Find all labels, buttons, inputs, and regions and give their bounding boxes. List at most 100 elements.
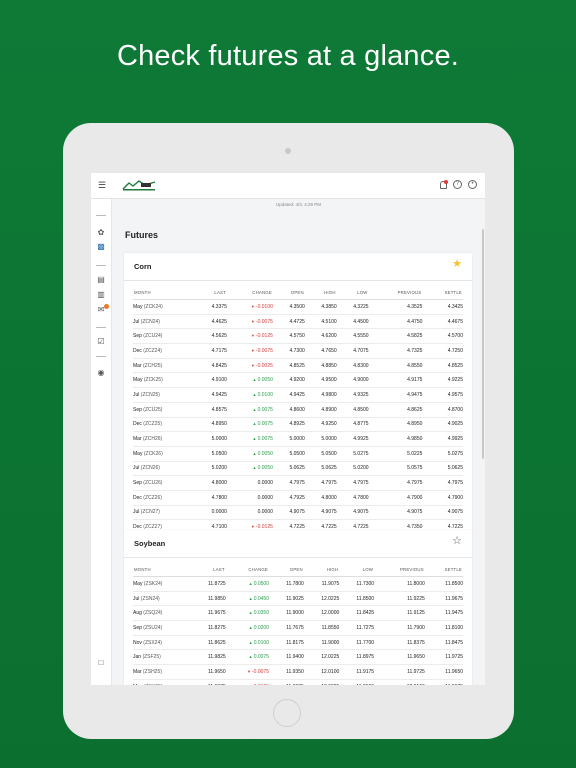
table-row[interactable]: May (ZSK24) 11.8725 ▲ 0.0500 11.7800 11.9075…	[133, 576, 463, 592]
previous-cell: 5.0575	[368, 461, 423, 477]
settle-cell: 11.9675	[424, 591, 463, 607]
last-cell: 4.8000	[195, 475, 227, 491]
table-row[interactable]: May (ZSK25)11.9875▼ -0.012511.992512.032…	[133, 679, 463, 685]
month-label: Mar	[133, 436, 142, 443]
previous-cell: 11.8000	[374, 576, 425, 592]
table-row[interactable]: May (ZCK25) 4.9100 ▲ 0.0050 4.9200 4.9500 4.9…	[133, 372, 463, 389]
low-cell: 4.9925	[336, 431, 369, 447]
book-icon[interactable]: ▥	[97, 291, 105, 299]
month-cell: May (ZCK24)	[133, 299, 196, 315]
table-row[interactable]: Mar (ZCH25) 4.8425 ▼ -0.0025 4.8525 4.8850 4.…	[133, 358, 463, 374]
table-row[interactable]: Jul (ZCN25) 4.9425 ▲ 0.0100 4.9425 4.9800 4.9…	[133, 387, 463, 403]
bell-icon[interactable]	[439, 180, 448, 189]
open-cell: 5.0625	[272, 461, 305, 477]
table-row[interactable]: Sep (ZCU26) 4.8000 0.0000 4.7975 4.7975 4.797…	[133, 475, 463, 491]
contract-code: (ZCN24)	[140, 318, 160, 325]
month-cell: Aug (ZSQ24)	[133, 605, 191, 622]
open-cell: 4.7925	[272, 490, 305, 506]
help-icon[interactable]: ?	[453, 180, 462, 189]
user-icon[interactable]: •	[468, 180, 477, 189]
futures-card-soybean: Soybean ☆ MONTH LAST CHANGE OPEN HIGH LOW PREV…	[124, 530, 472, 685]
low-cell: 11.7700	[339, 635, 375, 651]
table-row[interactable]: Sep (ZCU24) 4.5625 ▼ -0.0125 4.5750 4.6200 4.…	[133, 328, 463, 345]
updated-timestamp: Updated: 4/3, 4:29 PM	[275, 202, 322, 207]
previous-cell: 4.3525	[368, 299, 423, 315]
notification-badge	[104, 304, 109, 309]
last-cell: 4.8575	[195, 402, 227, 418]
news-icon[interactable]: ▤	[97, 276, 105, 284]
change-cell: ▲ 0.0100	[226, 387, 273, 403]
table-row[interactable]: Mar (ZSH25) 11.9650 ▼ -0.0075 11.9350 12.010…	[133, 664, 463, 680]
change-cell: ▲ 0.0075	[226, 402, 273, 418]
table-row[interactable]: Jul (ZCN27) 0.0000 0.0000 4.9075 4.9075 4.907…	[133, 505, 463, 521]
column-header: PREVIOUS	[368, 286, 423, 300]
previous-cell: 11.9650	[374, 649, 425, 666]
main-content: Updated: 4/3, 4:29 PM Futures Corn ★ MON…	[112, 199, 485, 685]
table-row[interactable]: Nov (ZSX24) 11.8625 ▲ 0.0100 11.8175 11.9000…	[133, 635, 463, 651]
change-value: 0.0050	[257, 377, 273, 384]
table-row[interactable]: May (ZCK24) 4.3375 ▼ -0.0100 4.3500 4.3850 4.…	[133, 299, 463, 315]
month-label: Jul	[133, 318, 140, 325]
table-row[interactable]: Jul (ZSN24) 11.9850 ▲ 0.0450 11.9025 12.0225…	[133, 591, 463, 607]
month-cell: Jul (ZCN27)	[133, 505, 196, 521]
contract-code: (ZSQ24)	[143, 610, 163, 617]
settle-cell: 4.4675	[422, 314, 463, 330]
change-cell: 0.0000	[226, 475, 273, 491]
favorite-star-icon[interactable]: ★	[452, 259, 462, 270]
low-cell: 4.3225	[336, 299, 369, 315]
change-value: -0.0075	[255, 347, 273, 354]
column-header: LOW	[336, 286, 369, 300]
month-label: May	[133, 450, 143, 457]
high-cell: 4.7975	[304, 475, 337, 491]
table-row[interactable]: Mar (ZCH26) 5.0000 ▲ 0.0075 5.0000 5.0000 4.9…	[133, 431, 463, 447]
table-row[interactable]: Sep (ZSU24) 11.8275 ▲ 0.0200 11.7675 11.8550…	[133, 620, 463, 636]
change-cell: ▲ 0.0050	[226, 372, 273, 389]
contract-code: (ZCZ24)	[143, 347, 162, 354]
month-label: Sep	[133, 624, 142, 631]
leaf-icon[interactable]: ✿	[97, 229, 105, 237]
last-cell: 0.0000	[195, 505, 227, 521]
last-cell: 4.8425	[195, 358, 227, 374]
table-row[interactable]: Dec (ZCZ26) 4.7800 0.0000 4.7925 4.8000 4.780…	[133, 490, 463, 506]
month-label: Mar	[133, 668, 142, 675]
change-value: 0.0000	[257, 480, 273, 487]
table-row[interactable]: Dec (ZCZ24) 4.7175 ▼ -0.0075 4.7300 4.7650 4.…	[133, 343, 463, 359]
hamburger-icon[interactable]: ☰	[98, 181, 106, 190]
card-title: Soybean	[134, 539, 166, 548]
document-icon[interactable]: □	[97, 659, 105, 667]
previous-cell: 12.0100	[374, 679, 425, 685]
checklist-icon[interactable]: ☑	[97, 338, 105, 346]
scrollbar[interactable]	[482, 229, 484, 459]
settle-cell: 4.9925	[422, 431, 463, 447]
futures-table: MONTH LAST CHANGE OPEN HIGH LOW PREVIOUS SETTLE…	[133, 563, 463, 685]
month-label: Jul	[133, 465, 140, 472]
favorite-star-icon[interactable]: ☆	[452, 536, 462, 547]
table-row[interactable]: Jan (ZSF25) 11.9825 ▲ 0.0075 11.9400 12.0225…	[133, 649, 463, 666]
low-cell: 11.9175	[339, 664, 375, 680]
table-row[interactable]: Aug (ZSQ24) 11.9675 ▲ 0.0350 11.9000 12.0000…	[133, 605, 463, 622]
table-row[interactable]: Sep (ZCU25) 4.8575 ▲ 0.0075 4.8600 4.8900 4.8…	[133, 402, 463, 418]
change-value: 0.0075	[253, 654, 269, 661]
table-row[interactable]: Dec (ZCZ25) 4.8950 ▲ 0.0075 4.8925 4.9250 4.8…	[133, 417, 463, 433]
table-row[interactable]: May (ZCK26) 5.0500 ▲ 0.0050 5.0500 5.0500 5.0…	[133, 446, 463, 462]
high-cell: 12.0100	[303, 664, 340, 680]
change-value: 0.0000	[257, 494, 273, 501]
month-cell: Jul (ZSN24)	[133, 591, 191, 607]
table-row[interactable]: Jul (ZCN24) 4.4625 ▼ -0.0075 4.4725 4.5100 4.…	[133, 314, 463, 330]
open-cell: 5.0500	[272, 446, 305, 462]
app-logo[interactable]	[121, 179, 157, 192]
month-label: May	[133, 684, 142, 685]
previous-cell: 4.4750	[368, 314, 423, 330]
change-value: 0.0000	[257, 509, 273, 516]
globe-icon[interactable]: ◉	[97, 369, 105, 377]
change-cell: 0.0000	[226, 505, 273, 521]
futures-chart-icon[interactable]: ▩	[97, 243, 105, 251]
table-row[interactable]: Jul (ZCN26) 5.0200 ▲ 0.0050 5.0625 5.0625 5.0…	[133, 461, 463, 477]
month-cell: Mar (ZSH25)	[133, 664, 191, 680]
month-label: Sep	[133, 333, 142, 340]
month-cell: Sep (ZSU24)	[133, 620, 191, 636]
contract-code: (ZCN25)	[140, 391, 160, 398]
change-value: -0.0075	[255, 318, 273, 325]
contract-code: (ZCN27)	[140, 509, 160, 516]
high-cell: 5.0625	[304, 461, 337, 477]
